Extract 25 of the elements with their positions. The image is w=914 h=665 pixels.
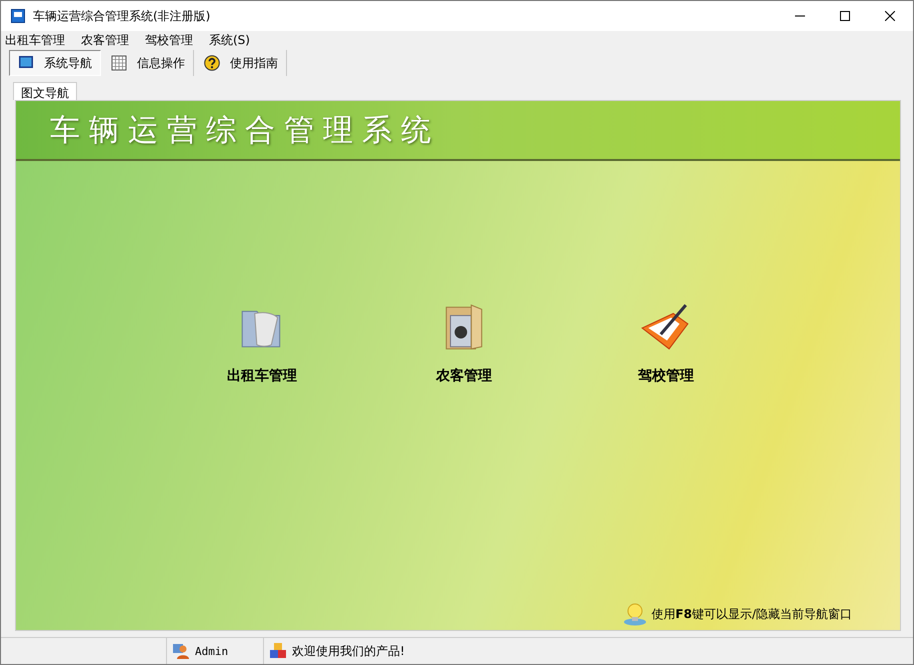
user-name: Admin <box>195 644 228 658</box>
help-icon <box>204 55 220 71</box>
toolbar-button[interactable]: 系统导航 <box>9 50 101 76</box>
cubes-icon <box>270 643 286 659</box>
grid-icon <box>111 55 127 71</box>
banner-title: 车辆运营综合管理系统 <box>50 112 440 150</box>
toolbar-button[interactable]: 信息操作 <box>103 50 194 76</box>
status-message: 欢迎使用我们的产品! <box>292 642 405 660</box>
tab[interactable]: 图文导航 <box>13 82 77 100</box>
toolbar-button[interactable]: 使用指南 <box>196 50 287 76</box>
menu-item[interactable]: 农客管理 <box>81 32 129 48</box>
monitor-icon <box>18 55 34 71</box>
window-title: 车辆运营综合管理系统(非注册版) <box>33 8 210 24</box>
app-icon <box>11 9 25 23</box>
menu-item[interactable]: 系统(S) <box>209 32 250 48</box>
menu-item[interactable]: 出租车管理 <box>5 32 65 48</box>
module-label[interactable]: 农客管理 <box>436 367 492 385</box>
hint-text: 使用F8键可以显示/隐藏当前导航窗口 <box>651 606 852 622</box>
maximize-icon[interactable] <box>840 11 850 21</box>
module-label[interactable]: 驾校管理 <box>638 367 694 385</box>
lightbulb-icon <box>623 602 648 626</box>
user-icon <box>173 643 189 659</box>
close-icon[interactable] <box>885 11 895 21</box>
module-label[interactable]: 出租车管理 <box>227 367 297 385</box>
menu-item[interactable]: 驾校管理 <box>145 32 193 48</box>
